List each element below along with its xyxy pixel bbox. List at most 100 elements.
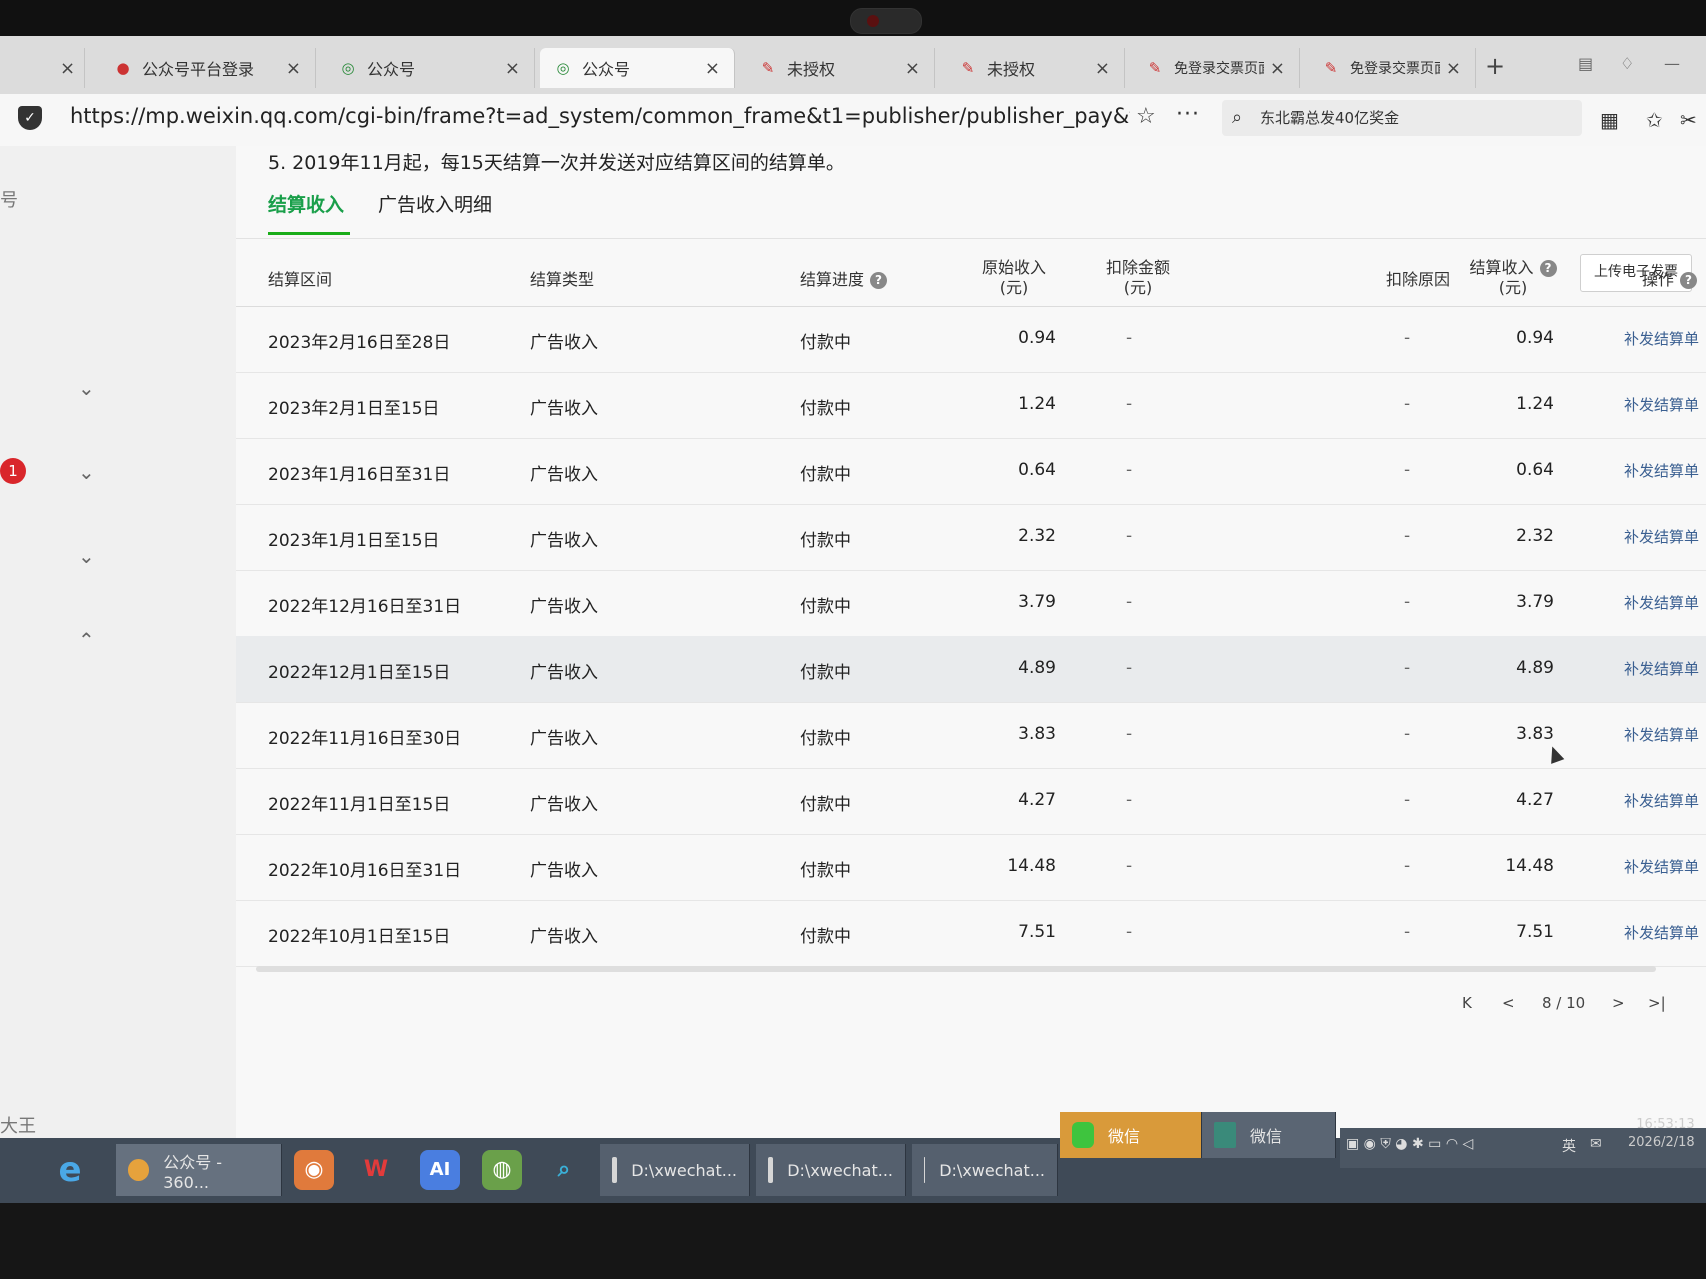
cell-original-income: 7.51 <box>1018 922 1056 942</box>
tab-ad-income-detail[interactable]: 广告收入明细 <box>378 190 492 217</box>
taskbar-item-wechat-active[interactable]: 微信 <box>1060 1112 1202 1158</box>
cell-period: 2023年2月1日至15日 <box>268 399 440 419</box>
firefox-icon[interactable]: ◉ <box>294 1150 334 1190</box>
bookmark-star-icon[interactable]: ☆ <box>1136 104 1156 129</box>
taskbar-item-label: 公众号 - 360... <box>163 1152 223 1192</box>
help-icon[interactable]: ? <box>1539 260 1557 277</box>
table-row: 2022年11月1日至15日 广告收入 付款中 4.27 - - 4.27 补发结算单 <box>236 768 1706 835</box>
cell-progress: 付款中 <box>800 861 851 881</box>
cell-settled-income: 3.83 <box>1516 724 1554 744</box>
browser-icon <box>128 1159 150 1181</box>
chevron-down-icon[interactable]: ⌄ <box>78 460 95 484</box>
table-row: 2022年12月16日至31日 广告收入 付款中 3.79 - - 3.79 补发结算单 <box>236 570 1706 637</box>
cell-settled-income: 0.64 <box>1516 460 1554 480</box>
help-icon[interactable]: ? <box>1680 272 1698 289</box>
cell-period: 2022年12月1日至15日 <box>268 663 451 683</box>
ie-icon[interactable]: e <box>50 1150 90 1190</box>
taskbar-item-browser[interactable]: 公众号 - 360... <box>116 1144 282 1196</box>
url-input[interactable]: https://mp.weixin.qq.com/cgi-bin/frame?t… <box>70 104 1130 128</box>
scissors-icon[interactable]: ✂ <box>1680 108 1697 132</box>
shirt-icon[interactable]: ♢ <box>1620 54 1634 73</box>
apps-grid-icon[interactable]: ▦ <box>1600 108 1619 132</box>
main-content: 5. 2019年11月起，每15天结算一次并发送对应结算区间的结算单。 结算收入… <box>236 146 1706 1146</box>
chevron-down-icon[interactable]: ⌄ <box>78 544 95 568</box>
earth-icon[interactable]: ◍ <box>482 1150 522 1190</box>
new-tab-button[interactable]: + <box>1485 52 1505 80</box>
tab-platform-login[interactable]: ● 公众号平台登录 × <box>100 48 316 88</box>
search-input[interactable]: ⌕ 东北霸总发40亿奖金 <box>1222 100 1582 136</box>
cell-settled-income: 4.89 <box>1516 658 1554 678</box>
action-link-resend[interactable]: 补发结算单 <box>1624 394 1699 415</box>
close-icon[interactable]: × <box>286 58 301 79</box>
tab-closed-fragment[interactable]: × <box>40 48 85 88</box>
close-icon[interactable]: × <box>1446 58 1461 79</box>
action-link-resend[interactable]: 补发结算单 <box>1624 724 1699 745</box>
close-icon[interactable]: × <box>905 58 920 79</box>
minimize-icon[interactable]: — <box>1664 54 1680 73</box>
action-link-resend[interactable]: 补发结算单 <box>1624 790 1699 811</box>
tray-icons[interactable]: ▣ ◉ ⛨ ◕ ✱ ▭ ◠ ◁ <box>1346 1136 1473 1152</box>
window-menu-icon[interactable]: ▤ <box>1578 54 1593 73</box>
taskbar-item-wechat[interactable]: 微信 <box>1202 1112 1336 1158</box>
action-link-resend[interactable]: 补发结算单 <box>1624 526 1699 547</box>
action-link-resend[interactable]: 补发结算单 <box>1624 922 1699 943</box>
table-row: 2022年11月16日至30日 广告收入 付款中 3.83 - - 3.83 补发结算单 <box>236 702 1706 769</box>
tab-label: 免登录交票页面 <box>1174 61 1264 77</box>
favorites-icon[interactable]: ✩ <box>1646 108 1663 132</box>
taskbar-item-folder[interactable]: D:\xwechat... <box>912 1144 1058 1196</box>
tab-no-login-invoice[interactable]: ✎ 免登录交票页面 × <box>1132 48 1300 88</box>
taskbar-item-label: 微信 <box>1108 1127 1141 1146</box>
close-icon[interactable]: × <box>60 58 75 79</box>
column-header-progress-label: 结算进度 <box>800 270 865 289</box>
action-link-resend[interactable]: 补发结算单 <box>1624 460 1699 481</box>
tab-unauthorized[interactable]: ✎ 未授权 × <box>745 48 935 88</box>
horizontal-scrollbar[interactable] <box>256 966 1656 972</box>
cell-deduction: - <box>1126 724 1133 744</box>
column-header-action: 操作? <box>1642 270 1698 290</box>
tab-official-account-active[interactable]: ◎ 公众号 × <box>540 48 735 88</box>
column-header-progress: 结算进度? <box>800 270 888 290</box>
close-icon[interactable]: × <box>1270 58 1285 79</box>
chevron-down-icon[interactable]: ⌄ <box>78 376 95 400</box>
next-page-button[interactable]: > <box>1612 994 1625 1012</box>
action-link-resend[interactable]: 补发结算单 <box>1624 328 1699 349</box>
wechat-icon <box>1214 1122 1236 1148</box>
taskbar-item-folder[interactable]: D:\xwechat... <box>600 1144 750 1196</box>
close-icon[interactable]: × <box>705 58 720 79</box>
notification-icon[interactable]: ✉ <box>1590 1136 1602 1152</box>
action-link-resend[interactable]: 补发结算单 <box>1624 658 1699 679</box>
tab-settlement-income[interactable]: 结算收入 <box>268 190 344 217</box>
cell-period: 2023年1月1日至15日 <box>268 531 440 551</box>
search-app-icon[interactable]: ⌕ <box>544 1150 584 1190</box>
tab-no-login-invoice-2[interactable]: ✎ 免登录交票页面 × <box>1308 48 1476 88</box>
tab-label: 免登录交票页面 <box>1350 61 1440 77</box>
notification-badge: 1 <box>0 458 26 484</box>
taskbar-item-folder[interactable]: D:\xwechat... <box>756 1144 906 1196</box>
security-shield-icon[interactable]: ✓ <box>18 106 42 130</box>
system-clock[interactable]: 16:53:13 2026/2/18 <box>1628 1116 1695 1152</box>
input-language-indicator[interactable]: 英 <box>1562 1136 1576 1156</box>
tab-official-account[interactable]: ◎ 公众号 × <box>325 48 535 88</box>
cell-original-income: 2.32 <box>1018 526 1056 546</box>
cell-deduction-reason: - <box>1404 790 1411 810</box>
cell-deduction-reason: - <box>1404 922 1411 942</box>
prev-page-button[interactable]: < <box>1502 994 1515 1012</box>
tab-unauthorized-2[interactable]: ✎ 未授权 × <box>945 48 1125 88</box>
action-link-resend[interactable]: 补发结算单 <box>1624 856 1699 877</box>
taskbar-item-label: D:\xwechat... <box>787 1160 893 1180</box>
chevron-up-icon[interactable]: ⌃ <box>78 628 95 652</box>
first-page-button[interactable]: K <box>1462 994 1472 1012</box>
cell-settled-income: 4.27 <box>1516 790 1554 810</box>
help-icon[interactable]: ? <box>870 272 888 289</box>
wps-icon[interactable]: W <box>356 1150 396 1190</box>
folder-icon <box>924 1157 926 1183</box>
column-header-deduction-reason: 扣除原因 <box>1386 270 1451 289</box>
cell-type: 广告收入 <box>530 597 598 617</box>
ai-icon[interactable]: AI <box>420 1150 460 1190</box>
last-page-button[interactable]: >| <box>1648 994 1666 1012</box>
more-icon[interactable]: ··· <box>1176 102 1200 127</box>
action-link-resend[interactable]: 补发结算单 <box>1624 592 1699 613</box>
cell-period: 2022年11月1日至15日 <box>268 795 451 815</box>
close-icon[interactable]: × <box>505 58 520 79</box>
close-icon[interactable]: × <box>1095 58 1110 79</box>
